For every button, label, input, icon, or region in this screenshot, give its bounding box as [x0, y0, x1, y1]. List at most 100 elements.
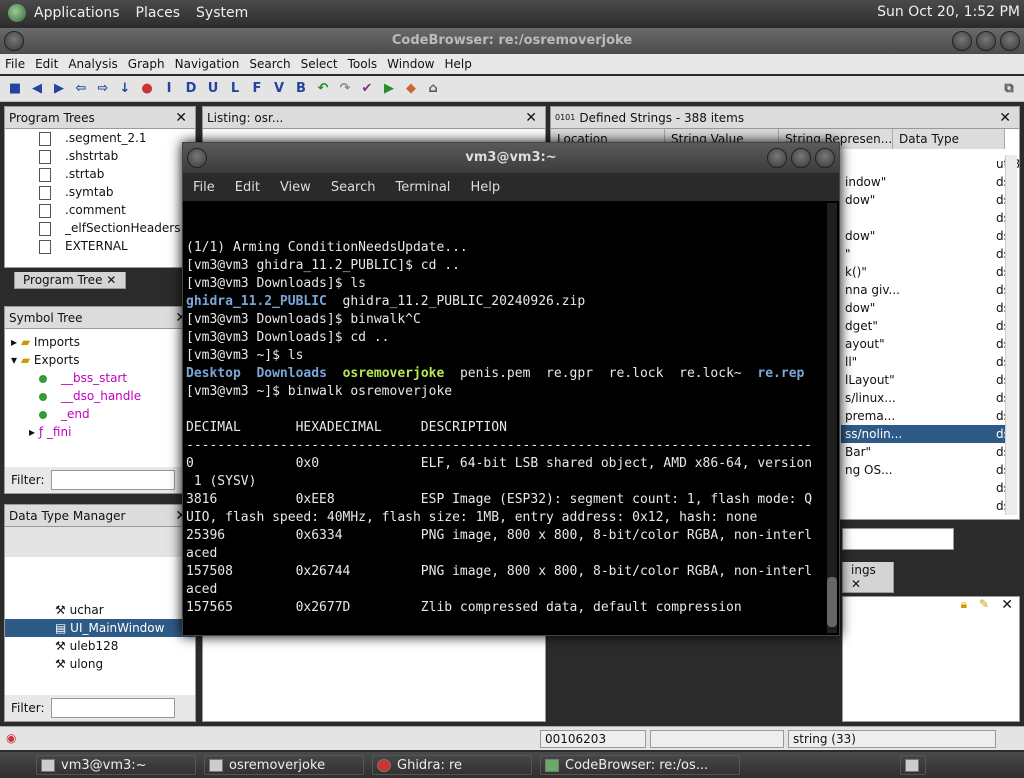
menu-file[interactable]: File: [0, 57, 30, 71]
table-row[interactable]: dow" ds: [841, 191, 1010, 209]
places-menu[interactable]: Places: [128, 5, 189, 21]
tree-item[interactable]: EXTERNAL: [39, 237, 195, 255]
strings-scrollbar[interactable]: [1005, 155, 1017, 515]
bookmark-icon[interactable]: B: [292, 80, 310, 98]
tree-item[interactable]: .shstrtab: [39, 147, 195, 165]
tree-item[interactable]: _end: [11, 405, 195, 423]
down-arrow-icon[interactable]: ↓: [116, 80, 134, 98]
system-menu[interactable]: System: [188, 5, 256, 21]
task-ghidra[interactable]: Ghidra: re: [372, 755, 532, 775]
distro-logo-icon[interactable]: [8, 4, 26, 22]
terminal-menu-search[interactable]: Search: [321, 180, 386, 195]
table-row[interactable]: " ds: [841, 245, 1010, 263]
table-row[interactable]: prema... ds: [841, 407, 1010, 425]
instruction-icon[interactable]: I: [160, 80, 178, 98]
col-data-type[interactable]: Data Type: [893, 129, 1005, 149]
chevron-right-icon[interactable]: ▸: [11, 335, 17, 349]
window-menu-button[interactable]: [4, 31, 24, 51]
table-row[interactable]: ds: [841, 479, 1010, 497]
menu-analysis[interactable]: Analysis: [63, 57, 122, 71]
table-row[interactable]: lLayout" ds: [841, 371, 1010, 389]
terminal-menu-terminal[interactable]: Terminal: [385, 180, 460, 195]
chevron-down-icon[interactable]: ▾: [11, 353, 17, 367]
stop-icon[interactable]: ●: [138, 80, 156, 98]
close-icon[interactable]: ✕: [999, 110, 1011, 126]
tree-item[interactable]: __bss_start: [11, 369, 195, 387]
dtm-filter-input[interactable]: [50, 698, 175, 718]
minimize-button[interactable]: [952, 31, 972, 51]
terminal-scroll-thumb[interactable]: [827, 577, 837, 627]
terminal-menu-edit[interactable]: Edit: [225, 180, 270, 195]
menu-graph[interactable]: Graph: [123, 57, 170, 71]
navigate-icon[interactable]: ⇦: [72, 80, 90, 98]
tree-item[interactable]: .symtab: [39, 183, 195, 201]
chevron-right-icon[interactable]: ▸: [29, 425, 35, 439]
terminal-window[interactable]: vm3@vm3:~ File Edit View Search Terminal…: [182, 142, 840, 637]
edit-icon[interactable]: ✎: [979, 597, 989, 611]
table-row[interactable]: ll" ds: [841, 353, 1010, 371]
table-row[interactable]: nna giv... ds: [841, 281, 1010, 299]
redo-icon[interactable]: ↷: [336, 80, 354, 98]
terminal-scrollbar[interactable]: [827, 203, 837, 633]
maximize-button[interactable]: [791, 148, 811, 168]
list-item[interactable]: ⚒ ulong: [5, 655, 195, 673]
back-arrow-icon[interactable]: ◀: [28, 80, 46, 98]
table-row[interactable]: ss/nolin... ds: [841, 425, 1010, 443]
diamond-icon[interactable]: ◆: [402, 80, 420, 98]
undefined-icon[interactable]: U: [204, 80, 222, 98]
forward-arrow-icon[interactable]: ▶: [50, 80, 68, 98]
undo-icon[interactable]: ↶: [314, 80, 332, 98]
terminal-titlebar[interactable]: vm3@vm3:~: [183, 143, 839, 173]
task-codebrowser[interactable]: CodeBrowser: re:/os...: [540, 755, 740, 775]
window-menu-button[interactable]: [187, 148, 207, 168]
table-row[interactable]: dow" ds: [841, 299, 1010, 317]
close-icon[interactable]: ✕: [525, 110, 537, 126]
save-icon[interactable]: ■: [6, 80, 24, 98]
menu-window[interactable]: Window: [382, 57, 439, 71]
close-button[interactable]: [1000, 31, 1020, 51]
show-desktop-button[interactable]: [900, 755, 926, 775]
close-button[interactable]: [815, 148, 835, 168]
label-icon[interactable]: L: [226, 80, 244, 98]
table-row[interactable]: Bar" ds: [841, 443, 1010, 461]
table-row[interactable]: ayout" ds: [841, 335, 1010, 353]
tree-item[interactable]: .strtab: [39, 165, 195, 183]
navigate-icon[interactable]: ⇨: [94, 80, 112, 98]
close-icon[interactable]: ✕: [175, 110, 187, 126]
copy-icon[interactable]: ⧉: [1000, 80, 1018, 98]
strings-filter-input[interactable]: [842, 528, 954, 550]
terminal-menu-help[interactable]: Help: [460, 180, 510, 195]
list-item[interactable]: ⚒ uleb128: [5, 637, 195, 655]
table-row[interactable]: dow" ds: [841, 227, 1010, 245]
table-row[interactable]: utf8: [841, 155, 1020, 173]
tab-defined-strings[interactable]: ings ✕: [842, 562, 894, 593]
terminal-menu-file[interactable]: File: [183, 180, 225, 195]
table-row[interactable]: s/linux... ds: [841, 389, 1010, 407]
codebrowser-titlebar[interactable]: CodeBrowser: re:/osremoverjoke: [0, 28, 1024, 54]
terminal-output[interactable]: (1/1) Arming ConditionNeedsUpdate... [vm3…: [183, 201, 839, 637]
run-icon[interactable]: ▶: [380, 80, 398, 98]
menu-edit[interactable]: Edit: [30, 57, 63, 71]
maximize-button[interactable]: [976, 31, 996, 51]
checkmark-icon[interactable]: ✔: [358, 80, 376, 98]
variable-icon[interactable]: V: [270, 80, 288, 98]
menu-tools[interactable]: Tools: [343, 57, 383, 71]
function-icon[interactable]: F: [248, 80, 266, 98]
menu-select[interactable]: Select: [296, 57, 343, 71]
menu-search[interactable]: Search: [244, 57, 295, 71]
list-item[interactable]: ⚒ uchar: [5, 601, 195, 619]
table-row[interactable]: ng OS... ds: [841, 461, 1010, 479]
tab-program-tree[interactable]: Program Tree ✕: [14, 272, 126, 289]
tree-item[interactable]: __dso_handle: [11, 387, 195, 405]
list-item-selected[interactable]: ▤ UI_MainWindow: [5, 619, 195, 637]
home-icon[interactable]: ⌂: [424, 80, 442, 98]
clock[interactable]: Sun Oct 20, 1:52 PM: [877, 4, 1020, 20]
close-icon[interactable]: ✕: [851, 577, 861, 591]
symbol-filter-input[interactable]: [50, 470, 175, 490]
tree-item[interactable]: _elfSectionHeaders: [39, 219, 195, 237]
table-row[interactable]: ds: [841, 209, 1010, 227]
data-icon[interactable]: D: [182, 80, 200, 98]
menu-navigation[interactable]: Navigation: [170, 57, 245, 71]
table-row[interactable]: indow" ds: [841, 173, 1010, 191]
table-row[interactable]: ds: [841, 497, 1010, 515]
